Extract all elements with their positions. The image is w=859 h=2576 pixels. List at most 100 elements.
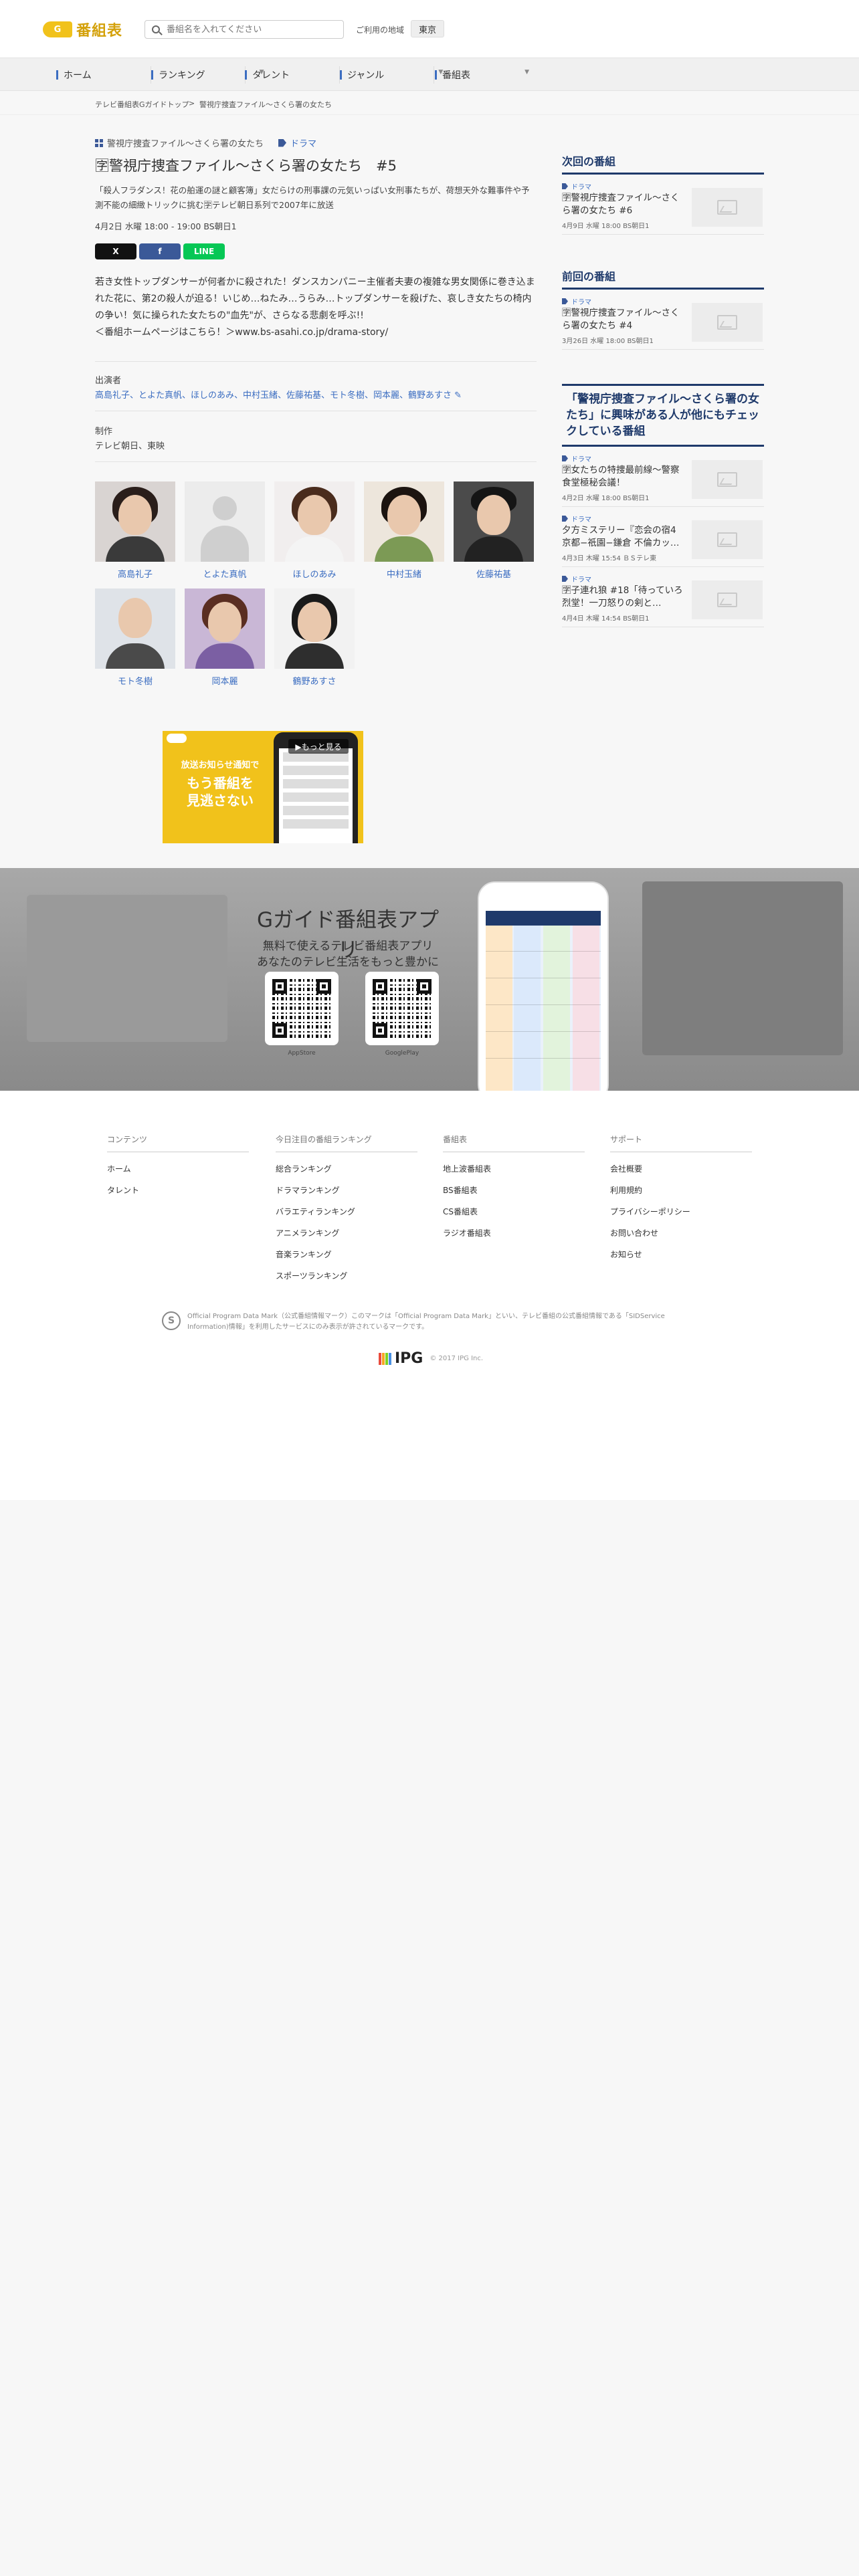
search-icon — [152, 25, 160, 33]
cast-card[interactable]: 岡本麗 — [185, 588, 265, 687]
footer-link[interactable]: 会社概要 — [610, 1164, 752, 1174]
official-data-text: Official Program Data Mark（公式番組情報マーク）このマ… — [187, 1313, 665, 1331]
region-select-button[interactable]: 東京 — [411, 20, 444, 37]
search-box[interactable] — [145, 20, 344, 39]
cast-card[interactable]: 佐藤祐基 — [454, 481, 534, 580]
footer-link[interactable]: 音楽ランキング — [276, 1250, 417, 1259]
footer-link[interactable]: スポーツランキング — [276, 1271, 417, 1281]
nav-item-genre[interactable]: ジャンル ▼ — [340, 58, 443, 92]
ad-copy-big-1: もう番組を — [187, 775, 254, 791]
sidebar-related-programs: 「警視庁捜査ファイル〜さくら署の女たち」に興味がある人が他にもチェックしている番… — [562, 384, 764, 627]
footer-link[interactable]: BS番組表 — [443, 1186, 585, 1195]
sidebar-program-item[interactable]: ドラマ 🈑子連れ狼 #18「待っていろ烈堂！一刀怒りの剣と… 4月4日 木曜 1… — [562, 567, 764, 627]
breadcrumb-current: 警視庁捜査ファイル〜さくら署の女たち — [199, 100, 332, 109]
sidebar-program-title[interactable]: 🈑女たちの特捜最前線〜警察食堂極秘会議！ — [562, 464, 686, 490]
genre-link[interactable]: ドラマ — [290, 136, 316, 149]
x-icon: X — [112, 247, 119, 256]
app-ad-banner[interactable]: ▶もっと見る 放送お知らせ通知で もう番組を 見逃さない — [163, 731, 363, 843]
footer-link[interactable]: タレント — [107, 1186, 249, 1195]
cast-name[interactable]: とよた真帆 — [185, 567, 265, 580]
sidebar-program-meta: 4月4日 木曜 14:54 BS朝日1 — [562, 615, 650, 623]
image-placeholder-icon — [717, 200, 737, 215]
series-link[interactable]: 警視庁捜査ファイル〜さくら署の女たち — [107, 136, 264, 149]
footer-link[interactable]: CS番組表 — [443, 1207, 585, 1216]
cast-card[interactable]: 中村玉緒 — [364, 481, 444, 580]
program-subtitle: 「殺人フラダンス！花の舶運の謎と顧客簿」女だらけの刑事課の元気いっぱい女刑事たち… — [95, 185, 530, 210]
share-facebook-button[interactable]: f — [139, 243, 181, 259]
program-air-time: 4月2日 水曜 18:00 - 19:00 BS朝日1 — [95, 221, 237, 231]
cast-card[interactable]: モト冬樹 — [95, 588, 175, 687]
cast-name[interactable]: ほしのあみ — [274, 567, 355, 580]
app-promo-section: Gガイド番組表アプリ 無料で使えるテレビ番組表アプリ あなたのテレビ生活をもっと… — [0, 868, 859, 1091]
qr-label: AppStore — [288, 1050, 316, 1057]
cast-photo-placeholder — [185, 481, 265, 562]
cast-name[interactable]: モト冬樹 — [95, 674, 175, 687]
sidebar-program-title[interactable]: 🈑子連れ狼 #18「待っていろ烈堂！一刀怒りの剣と… — [562, 584, 686, 610]
nav-bar-marker — [435, 70, 437, 80]
share-x-button[interactable]: X — [95, 243, 136, 259]
program-thumbnail[interactable] — [692, 580, 763, 619]
footer-link[interactable]: お問い合わせ — [610, 1228, 752, 1238]
appstore-qr-code[interactable] — [265, 972, 339, 1045]
googleplay-qr-code[interactable] — [365, 972, 439, 1045]
nav-item-home[interactable]: ホーム — [56, 58, 92, 92]
footer-link[interactable]: 利用規約 — [610, 1186, 752, 1195]
nav-item-talent[interactable]: タレント — [245, 58, 290, 92]
program-thumbnail[interactable] — [692, 303, 763, 342]
breadcrumb-home-link[interactable]: テレビ番組表Gガイドトップ — [95, 99, 189, 110]
nav-item-label: タレント — [252, 70, 290, 81]
tag-icon — [562, 455, 568, 461]
program-thumbnail[interactable] — [692, 188, 763, 227]
official-data-mark-icon: S — [162, 1311, 181, 1330]
footer-link[interactable]: プライバシーポリシー — [610, 1207, 752, 1216]
cast-card[interactable]: とよた真帆 — [185, 481, 265, 580]
sidebar-program-title[interactable]: 🈑警視庁捜査ファイル〜さくら署の女たち #4 — [562, 307, 686, 332]
grid-icon — [95, 138, 103, 147]
footer-link[interactable]: 総合ランキング — [276, 1164, 417, 1174]
search-input[interactable] — [167, 24, 334, 35]
footer-link[interactable]: アニメランキング — [276, 1228, 417, 1238]
nav-bar-marker — [340, 70, 342, 80]
divider — [95, 461, 537, 462]
genre-tag: ドラマ — [562, 514, 591, 524]
promo-subtitle-line-1: 無料で使えるテレビ番組表アプリ — [262, 940, 434, 953]
promo-background-shape — [27, 895, 227, 1042]
share-line-button[interactable]: LINE — [183, 243, 225, 259]
ad-more-button[interactable]: ▶もっと見る — [288, 739, 349, 754]
footer-link[interactable]: ラジオ番組表 — [443, 1228, 585, 1238]
cast-name[interactable]: 中村玉緒 — [364, 567, 444, 580]
footer-link[interactable]: お知らせ — [610, 1250, 752, 1259]
nav-item-ranking[interactable]: ランキング ▼ — [151, 58, 264, 92]
cast-name[interactable]: 鶴野あすさ — [274, 674, 355, 687]
program-thumbnail[interactable] — [692, 460, 763, 499]
nav-item-schedule[interactable]: 番組表 ▼ — [435, 58, 529, 92]
tag-icon — [562, 183, 568, 189]
footer-link[interactable]: ドラマランキング — [276, 1186, 417, 1195]
cast-name[interactable]: 佐藤祐基 — [454, 567, 534, 580]
cast-links[interactable]: 高島礼子、とよた真帆、ほしのあみ、中村玉緒、佐藤祐基、モト冬樹、岡本麗、鶴野あす… — [95, 388, 462, 401]
cast-photo — [95, 588, 175, 669]
facebook-icon: f — [158, 247, 162, 256]
cast-card[interactable]: ほしのあみ — [274, 481, 355, 580]
divider — [95, 361, 537, 362]
cast-photo — [274, 481, 355, 562]
cast-card[interactable]: 鶴野あすさ — [274, 588, 355, 687]
cast-card[interactable]: 高島礼子 — [95, 481, 175, 580]
footer-link[interactable]: バラエティランキング — [276, 1207, 417, 1216]
sidebar-program-title[interactable]: 🈑警視庁捜査ファイル〜さくら署の女たち #6 — [562, 192, 686, 217]
sidebar-program-item[interactable]: ドラマ 🈑警視庁捜査ファイル〜さくら署の女たち #6 4月9日 水曜 18:00… — [562, 175, 764, 235]
footer-link[interactable]: 地上波番組表 — [443, 1164, 585, 1174]
sidebar-program-item[interactable]: ドラマ 🈑警視庁捜査ファイル〜さくら署の女たち #4 3月26日 水曜 18:0… — [562, 290, 764, 350]
official-data-notice: S Official Program Data Mark（公式番組情報マーク）こ… — [162, 1311, 697, 1333]
cast-name[interactable]: 岡本麗 — [185, 674, 265, 687]
sidebar-program-item[interactable]: ドラマ 夕方ミステリー『恋会の宿4 京都−祇園−鎌倉 不倫カッ… 4月3日 木曜… — [562, 507, 764, 567]
footer-link[interactable]: ホーム — [107, 1164, 249, 1174]
phone-screen — [279, 748, 353, 843]
cast-name[interactable]: 高島礼子 — [95, 567, 175, 580]
sidebar-program-item[interactable]: ドラマ 🈑女たちの特捜最前線〜警察食堂極秘会議！ 4月2日 水曜 18:00 B… — [562, 447, 764, 507]
promo-subtitle: 無料で使えるテレビ番組表アプリ あなたのテレビ生活をもっと豊かに — [248, 938, 448, 970]
program-thumbnail[interactable] — [692, 520, 763, 559]
sidebar-program-title[interactable]: 夕方ミステリー『恋会の宿4 京都−祇園−鎌倉 不倫カッ… — [562, 524, 686, 550]
production-companies: テレビ朝日、東映 — [95, 441, 165, 451]
site-logo[interactable]: G 番組表 — [43, 20, 122, 39]
